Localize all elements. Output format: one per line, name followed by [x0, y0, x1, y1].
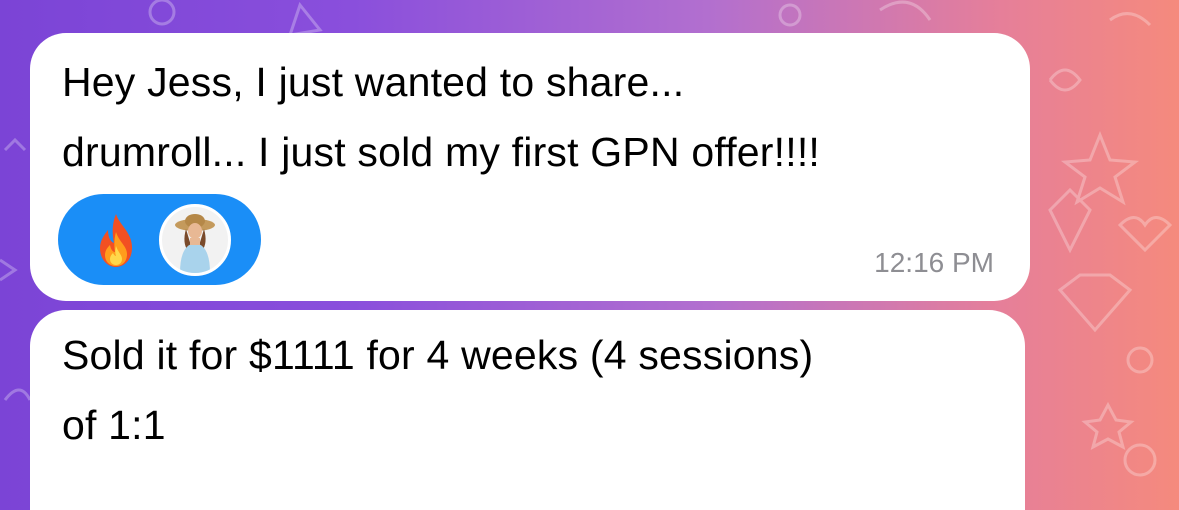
message-timestamp: 12:16 PM [874, 247, 994, 278]
fire-icon [100, 214, 132, 267]
reaction-pill[interactable] [58, 194, 261, 285]
message-bubble-2[interactable]: Sold it for $1111 for 4 weeks (4 session… [30, 310, 1025, 510]
message-text: Hey Jess, I just wanted to share... drum… [62, 59, 821, 175]
avatar-image [162, 207, 228, 273]
message-text: Sold it for $1111 for 4 weeks (4 session… [62, 332, 814, 448]
avatar[interactable] [159, 204, 231, 276]
message-bubble-1[interactable]: Hey Jess, I just wanted to share... drum… [30, 33, 1030, 301]
